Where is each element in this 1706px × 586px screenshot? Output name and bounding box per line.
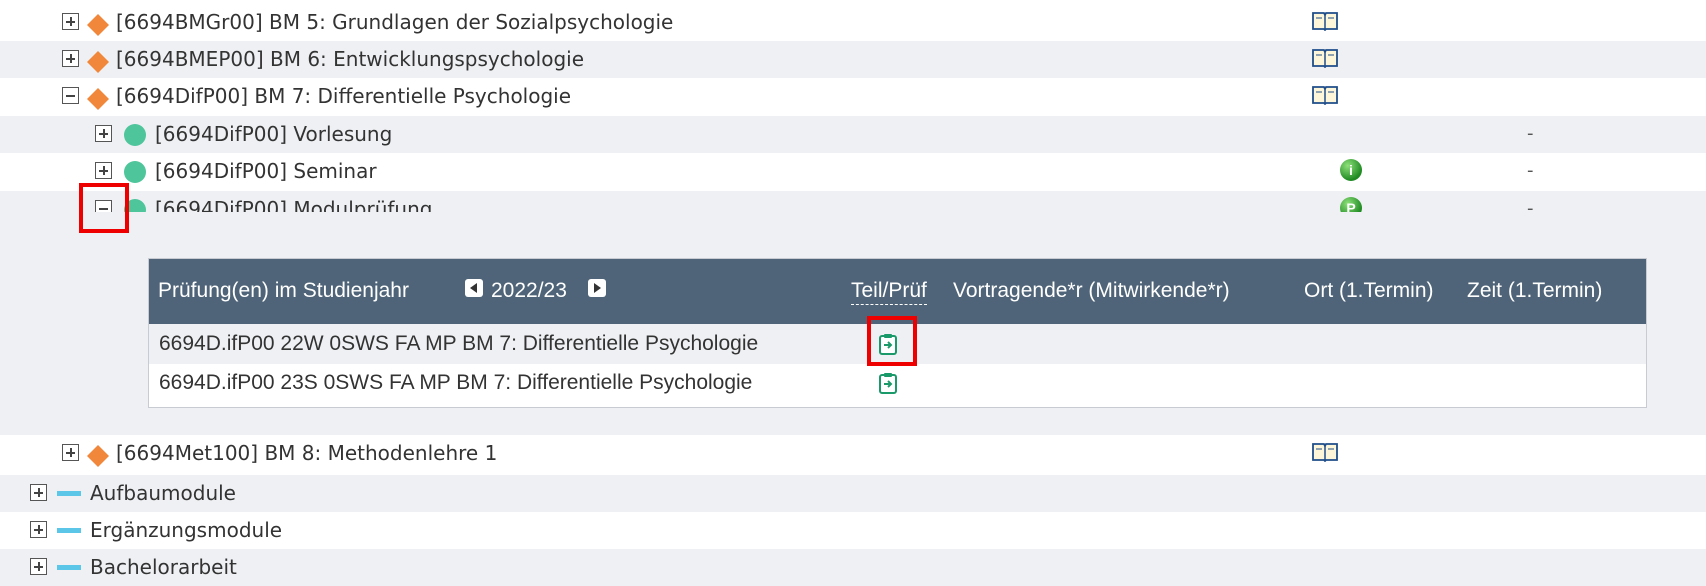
book-icon[interactable] (1312, 85, 1338, 105)
highlight-box (867, 316, 917, 366)
expand-icon[interactable] (95, 125, 112, 142)
tree-row: [6694DifP00] BM 7: Differentielle Psycho… (0, 78, 1706, 115)
tree-row: Bachelorarbeit (0, 549, 1706, 586)
status-text: - (1527, 123, 1534, 144)
exam-name: 6694D.ifP00 23S 0SWS FA MP BM 7: Differe… (159, 371, 753, 394)
triangle-right-icon (594, 283, 601, 293)
dash-icon (57, 528, 81, 533)
diamond-icon (87, 51, 109, 73)
circle-icon (124, 124, 146, 146)
expand-icon[interactable] (30, 558, 47, 575)
dash-icon (57, 565, 81, 570)
course-link[interactable]: [6694DifP00] Seminar (155, 158, 377, 184)
exam-table-header: Prüfung(en) im Studienjahr 2022/23 Teil/… (149, 259, 1646, 324)
book-icon[interactable] (1312, 442, 1338, 462)
book-icon[interactable] (1312, 11, 1338, 31)
tree-row: [6694DifP00] Vorlesung - (0, 116, 1706, 153)
triangle-left-icon (470, 283, 477, 293)
group-link[interactable]: Aufbaumodule (90, 480, 236, 506)
course-link[interactable]: [6694DifP00] Vorlesung (155, 121, 392, 147)
expand-icon[interactable] (62, 444, 79, 461)
expand-icon[interactable] (30, 521, 47, 538)
circle-icon (124, 161, 146, 183)
expand-icon[interactable] (30, 484, 47, 501)
dash-icon (57, 491, 81, 496)
module-link[interactable]: [6694BMEP00] BM 6: Entwicklungspsycholog… (116, 46, 584, 72)
diamond-icon (87, 14, 109, 36)
highlight-box (79, 183, 129, 233)
info-badge-icon[interactable]: i (1340, 159, 1362, 181)
next-year-button[interactable] (588, 279, 606, 297)
tree-row: [6694BMEP00] BM 6: Entwicklungspsycholog… (0, 41, 1706, 78)
diamond-icon (87, 445, 109, 467)
tree-row: Ergänzungsmodule (0, 512, 1706, 549)
collapse-icon[interactable] (62, 87, 79, 104)
exam-row: 6694D.ifP00 23S 0SWS FA MP BM 7: Differe… (149, 363, 1646, 403)
column-zeit: Zeit (1.Termin) (1467, 279, 1603, 302)
tree-row: Aufbaumodule (0, 475, 1706, 512)
column-ort: Ort (1.Termin) (1304, 279, 1434, 302)
exam-title: Prüfung(en) im Studienjahr (158, 279, 409, 302)
expand-icon[interactable] (95, 162, 112, 179)
book-icon[interactable] (1312, 48, 1338, 68)
exam-name: 6694D.ifP00 22W 0SWS FA MP BM 7: Differe… (159, 332, 759, 355)
expand-icon[interactable] (62, 13, 79, 30)
group-link[interactable]: Ergänzungsmodule (90, 517, 282, 543)
diamond-icon (87, 88, 109, 110)
module-link[interactable]: [6694BMGr00] BM 5: Grundlagen der Sozial… (116, 9, 673, 35)
column-teil-pruef[interactable]: Teil/Prüf (851, 279, 927, 305)
prev-year-button[interactable] (465, 279, 483, 297)
expand-icon[interactable] (62, 50, 79, 67)
tree-row: [6694DifP00] Seminar i - (0, 153, 1706, 190)
module-link[interactable]: [6694DifP00] BM 7: Differentielle Psycho… (116, 83, 571, 109)
column-vortragende: Vortragende*r (Mitwirkende*r) (953, 279, 1230, 302)
tree-row: [6694Met100] BM 8: Methodenlehre 1 (0, 435, 1706, 472)
year-value: 2022/23 (491, 279, 567, 302)
clipboard-icon[interactable] (878, 372, 898, 394)
group-link[interactable]: Bachelorarbeit (90, 554, 237, 580)
tree-row: [6694BMGr00] BM 5: Grundlagen der Sozial… (0, 4, 1706, 41)
module-link[interactable]: [6694Met100] BM 8: Methodenlehre 1 (116, 440, 497, 466)
status-text: - (1527, 160, 1534, 181)
